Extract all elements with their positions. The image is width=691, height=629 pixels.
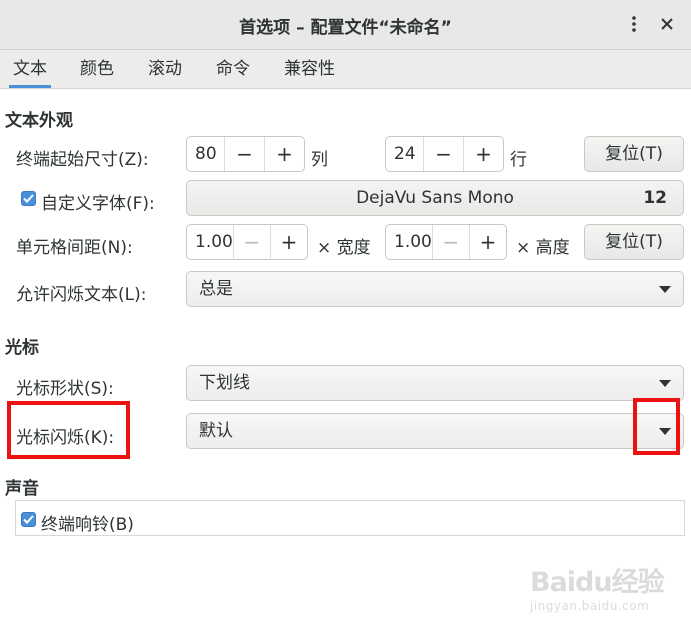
blink-text-dropdown[interactable]: 总是 [186, 271, 684, 307]
font-size: 12 [643, 188, 667, 208]
reset-spacing-button[interactable]: 复位(T) [584, 224, 684, 260]
dropdown-arrow-icon [659, 286, 671, 293]
rows-increment-button[interactable]: + [463, 137, 503, 171]
columns-increment-button[interactable]: + [264, 137, 304, 171]
tab-command[interactable]: 命令 [212, 50, 254, 88]
cursor-shape-dropdown[interactable]: 下划线 [186, 365, 684, 401]
tab-compatibility[interactable]: 兼容性 [280, 50, 339, 88]
tab-scrolling-label: 滚动 [148, 59, 182, 79]
watermark-logo-text: Baidu经验 [530, 567, 665, 598]
cell-width-unit-label: × 宽度 [317, 238, 371, 258]
section-heading-cursor: 光标 [5, 338, 39, 358]
tab-colors-label: 颜色 [80, 59, 114, 79]
cell-width-spinbox[interactable]: 1.00 − + [186, 224, 308, 260]
cursor-shape-label: 光标形状(S): [16, 379, 114, 399]
rows-decrement-button[interactable]: − [423, 137, 463, 171]
kebab-menu-icon[interactable] [622, 12, 646, 36]
tab-command-label: 命令 [216, 59, 250, 79]
columns-spinbox[interactable]: 80 − + [186, 136, 305, 172]
cell-width-value[interactable]: 1.00 [187, 225, 233, 259]
columns-decrement-button[interactable]: − [224, 137, 264, 171]
highlight-box-dropdown-arrow [633, 398, 680, 455]
tab-scrolling[interactable]: 滚动 [144, 50, 186, 88]
window-title: 首选项 – 配置文件“未命名” [239, 18, 452, 38]
window-titlebar: 首选项 – 配置文件“未命名” [0, 0, 691, 50]
cell-spacing-label: 单元格间距(N): [16, 238, 133, 258]
cell-width-increment-button[interactable]: + [269, 225, 307, 259]
blink-text-value: 总是 [199, 279, 233, 299]
baidu-watermark: Baidu经验 jingyan.baidu.com [530, 560, 680, 620]
tab-bar: 文本 颜色 滚动 命令 兼容性 [0, 50, 691, 89]
watermark-url: jingyan.baidu.com [530, 599, 650, 613]
rows-unit-label: 行 [510, 150, 527, 170]
terminal-bell-checkbox[interactable] [21, 512, 36, 527]
checkmark-icon [23, 194, 34, 203]
tab-text-label: 文本 [13, 59, 47, 79]
blink-text-label: 允许闪烁文本(L): [16, 285, 147, 305]
custom-font-checkbox[interactable] [21, 191, 36, 206]
dropdown-arrow-icon [659, 380, 671, 387]
checkmark-icon [23, 515, 34, 524]
terminal-bell-label[interactable]: 终端响铃(B) [41, 510, 134, 535]
rows-spinbox[interactable]: 24 − + [385, 136, 504, 172]
tab-text[interactable]: 文本 [9, 50, 51, 88]
section-heading-text-appearance: 文本外观 [5, 111, 73, 131]
close-icon[interactable] [655, 12, 679, 36]
tab-compatibility-label: 兼容性 [284, 59, 335, 79]
active-tab-indicator [9, 85, 51, 88]
highlight-box-cursor-blink-label [7, 401, 130, 459]
cursor-blink-dropdown[interactable]: 默认 [186, 413, 684, 449]
initial-size-label: 终端起始尺寸(Z): [16, 150, 149, 170]
cell-height-value[interactable]: 1.00 [386, 225, 432, 259]
custom-font-label[interactable]: 自定义字体(F): [41, 189, 155, 214]
reset-size-button[interactable]: 复位(T) [584, 136, 684, 172]
cell-height-spinbox[interactable]: 1.00 − + [385, 224, 507, 260]
font-chooser-button[interactable]: DejaVu Sans Mono 12 [186, 180, 684, 216]
cell-height-increment-button[interactable]: + [468, 225, 506, 259]
font-name: DejaVu Sans Mono [356, 188, 514, 208]
columns-unit-label: 列 [311, 150, 328, 170]
columns-value[interactable]: 80 [187, 137, 224, 171]
cursor-shape-value: 下划线 [199, 373, 250, 393]
cell-width-decrement-button[interactable]: − [232, 225, 270, 259]
cell-height-decrement-button[interactable]: − [431, 225, 469, 259]
cell-height-unit-label: × 高度 [516, 238, 570, 258]
section-heading-sound: 声音 [5, 479, 39, 499]
rows-value[interactable]: 24 [386, 137, 423, 171]
tab-colors[interactable]: 颜色 [76, 50, 118, 88]
cursor-blink-value: 默认 [199, 421, 233, 441]
